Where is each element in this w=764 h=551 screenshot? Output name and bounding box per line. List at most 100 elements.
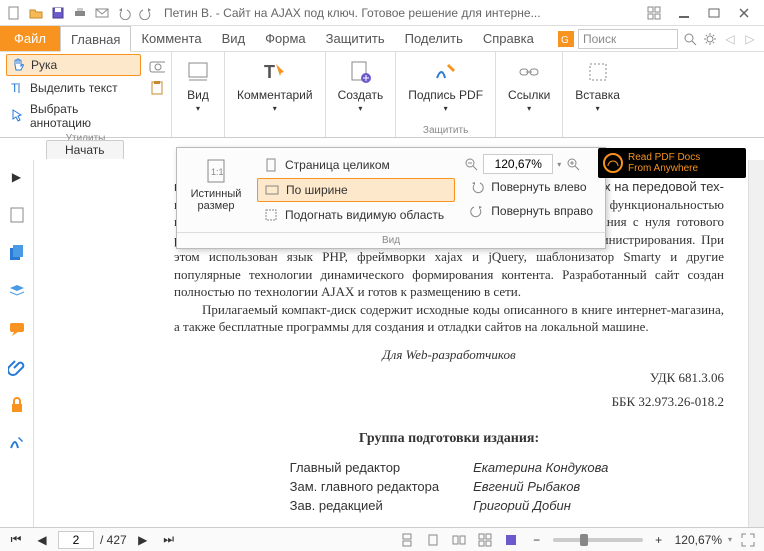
save-icon[interactable] (48, 3, 68, 23)
tab-view[interactable]: Вид (212, 26, 256, 51)
new-icon[interactable] (4, 3, 24, 23)
signatures-icon[interactable] (6, 432, 28, 454)
hand-icon (11, 57, 27, 73)
group-title: Группа подготовки издания: (174, 431, 724, 447)
next-page-icon[interactable]: ▶ (133, 530, 153, 550)
fullscreen-icon[interactable] (738, 530, 758, 550)
tab-comment[interactable]: Коммента (131, 26, 211, 51)
insert-button[interactable]: Вставка▾ (569, 54, 626, 117)
mail-icon[interactable] (92, 3, 112, 23)
attachments-icon[interactable] (6, 356, 28, 378)
text-select-icon: T (10, 80, 26, 96)
promo-badge[interactable]: Read PDF DocsFrom Anywhere (598, 148, 746, 178)
body-paragraph-2: Прилагаемый компакт-диск содержит исходн… (174, 301, 724, 336)
first-page-icon[interactable]: ⏮ (6, 530, 26, 550)
next-find-icon[interactable]: ▷ (742, 31, 758, 47)
bookmarks-icon[interactable] (6, 204, 28, 226)
fit-width-icon (264, 182, 280, 198)
close-icon[interactable] (734, 3, 754, 23)
gear-icon[interactable] (702, 31, 718, 47)
start-tab[interactable]: Начать (46, 140, 124, 159)
status-bar: ⏮ ◀ / 427 ▶ ⏭ − + 120,67% ▾ (0, 527, 764, 551)
tab-home[interactable]: Главная (60, 26, 131, 52)
tab-protect[interactable]: Защитить (316, 26, 395, 51)
create-button[interactable]: Создать▾ (332, 54, 390, 117)
bbk-line: ББК 32.973.26-018.2 (174, 393, 724, 411)
tab-share[interactable]: Поделить (395, 26, 473, 51)
vertical-scrollbar[interactable] (748, 160, 764, 527)
svg-text:G: G (561, 35, 569, 46)
zoom-out-icon[interactable] (463, 156, 479, 172)
comment-button[interactable]: T Комментарий▾ (231, 54, 319, 117)
zoom-slider[interactable] (553, 538, 643, 542)
select-annotation-tool[interactable]: Выбрать аннотацию (6, 100, 141, 132)
svg-text:T: T (264, 62, 275, 82)
menu-bar: Файл Главная Коммента Вид Форма Защитить… (0, 26, 764, 52)
comment-icon: T (261, 58, 289, 86)
table-row: Зав. редакциейГригорий Добин (274, 497, 625, 514)
zoom-in-icon[interactable] (565, 156, 581, 172)
window-title: Петин В. - Сайт на AJAX под ключ. Готово… (158, 6, 642, 20)
select-text-tool[interactable]: T Выделить текст (6, 78, 141, 98)
status-zoom-in-icon[interactable]: + (649, 530, 669, 550)
view-icon (184, 58, 212, 86)
color-invert-icon[interactable] (501, 530, 521, 550)
fit-page-item[interactable]: Страница целиком (257, 154, 455, 176)
insert-icon (584, 58, 612, 86)
page-total: / 427 (100, 533, 127, 547)
zoom-input[interactable] (483, 154, 553, 174)
rotate-left-icon (469, 179, 485, 195)
links-button[interactable]: Ссылки▾ (502, 54, 556, 117)
ribbon-mode-icon[interactable] (644, 3, 664, 23)
open-icon[interactable] (26, 3, 46, 23)
rotate-right-icon (469, 203, 485, 219)
fit-width-item[interactable]: По ширине (257, 178, 455, 202)
hand-tool[interactable]: Рука (6, 54, 141, 76)
layers-icon[interactable] (6, 280, 28, 302)
app-icon[interactable]: G (558, 31, 574, 47)
print-icon[interactable] (70, 3, 90, 23)
redo-icon[interactable] (136, 3, 156, 23)
fit-visible-item[interactable]: Подогнать видимую область (257, 204, 455, 226)
table-row: Зам. главного редактораЕвгений Рыбаков (274, 478, 625, 495)
last-page-icon[interactable]: ⏭ (159, 530, 179, 550)
search-go-icon[interactable] (682, 31, 698, 47)
title-bar: Петин В. - Сайт на AJAX под ключ. Готово… (0, 0, 764, 26)
expand-rail-icon[interactable]: ▶ (6, 166, 28, 188)
svg-text:T: T (11, 81, 19, 95)
fit-visible-icon (263, 207, 279, 223)
undo-icon[interactable] (114, 3, 134, 23)
comments-panel-icon[interactable] (6, 318, 28, 340)
layout-continuous-icon[interactable] (397, 530, 417, 550)
prev-find-icon[interactable]: ◁ (722, 31, 738, 47)
rotate-left-item[interactable]: Повернуть влево (463, 176, 599, 198)
view-button[interactable]: Вид▾ (178, 54, 218, 117)
body-fragment-top-right: ых на передовой тех- (595, 178, 724, 196)
snapshot-icon[interactable] (149, 58, 165, 74)
layout-single-icon[interactable] (423, 530, 443, 550)
sign-button[interactable]: Подпись PDF▾ (402, 54, 489, 117)
search-input[interactable]: Поиск (578, 29, 678, 49)
file-tab[interactable]: Файл (0, 26, 60, 51)
protect-group-label: Защитить (402, 124, 489, 137)
security-icon[interactable] (6, 394, 28, 416)
ribbon: Рука T Выделить текст Выбрать аннотацию … (0, 52, 764, 138)
tab-help[interactable]: Справка (473, 26, 544, 51)
clipboard-icon[interactable] (149, 80, 165, 96)
left-rail: ▶ (0, 160, 34, 527)
pages-icon[interactable] (6, 242, 28, 264)
maximize-icon[interactable] (704, 3, 724, 23)
udk-line: УДК 681.3.06 (174, 369, 724, 387)
layout-facing-cont-icon[interactable] (475, 530, 495, 550)
link-icon (515, 58, 543, 86)
sign-icon (432, 58, 460, 86)
minimize-icon[interactable] (674, 3, 694, 23)
roles-table: Главный редакторЕкатерина Кондукова Зам.… (272, 457, 627, 516)
rotate-right-item[interactable]: Повернуть вправо (463, 200, 599, 222)
prev-page-icon[interactable]: ◀ (32, 530, 52, 550)
page-input[interactable] (58, 531, 94, 549)
status-zoom-out-icon[interactable]: − (527, 530, 547, 550)
tab-form[interactable]: Форма (255, 26, 316, 51)
layout-facing-icon[interactable] (449, 530, 469, 550)
actual-size-button[interactable]: 1:1 Истинный размер (183, 154, 249, 226)
